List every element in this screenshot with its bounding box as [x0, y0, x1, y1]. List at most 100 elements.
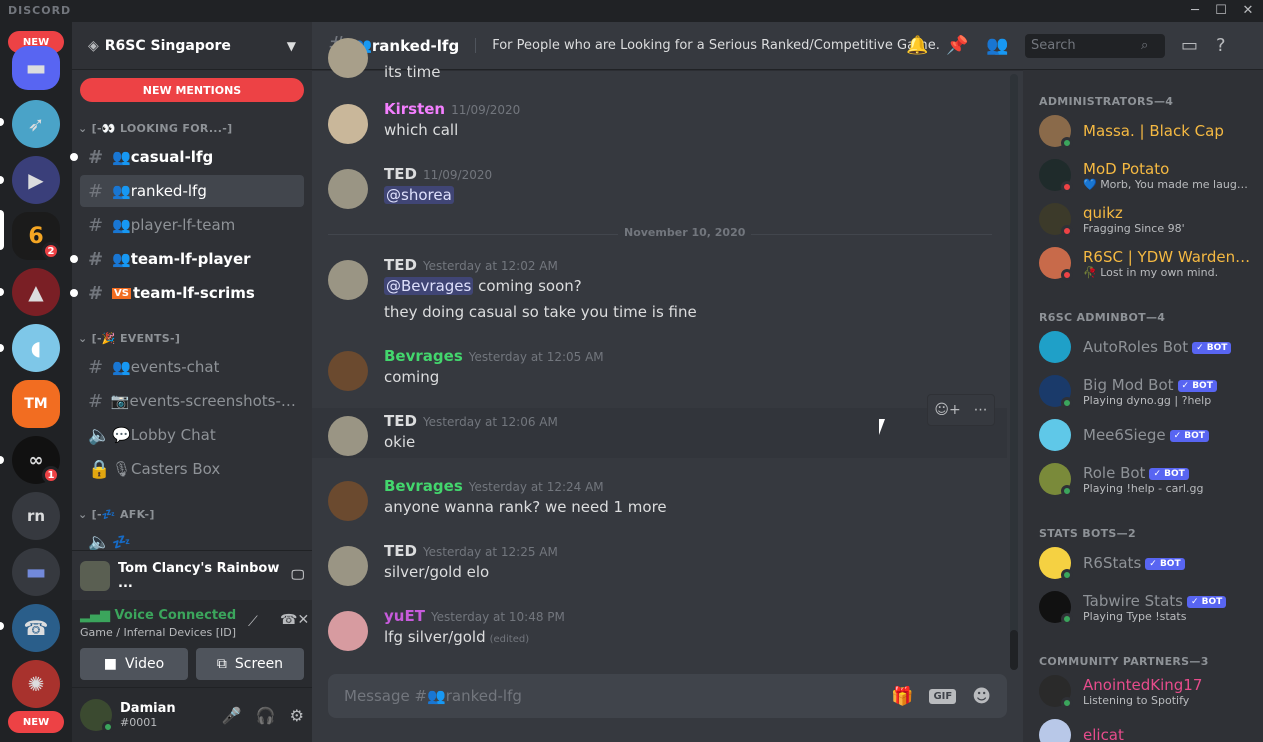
user-mention[interactable]: @Bevrages [384, 277, 474, 295]
avatar[interactable] [328, 416, 368, 456]
server-icon-ninja[interactable]: ▲ [12, 268, 60, 316]
chat-scrollbar[interactable] [1010, 74, 1018, 670]
guild-header[interactable]: ◈ R6SC Singapore ▼ [72, 22, 312, 70]
member-item[interactable]: Tabwire Stats ✓ BOT Playing Type !stats [1031, 586, 1255, 628]
hash-icon: # [88, 214, 104, 236]
server-badge: 1 [42, 466, 60, 484]
add-reaction-icon[interactable]: ☺+ [934, 402, 960, 418]
avatar[interactable] [328, 104, 368, 144]
member-item[interactable]: elicat [1031, 714, 1255, 742]
member-item[interactable]: MoD Potato 💙 Morb, You made me laugh,... [1031, 154, 1255, 196]
search-bar[interactable]: ⌕ [1025, 33, 1165, 58]
server-icon-bird[interactable]: ➶ [12, 100, 60, 148]
category-events[interactable]: ⌄ [-🎉 EVENTS-] [78, 332, 180, 345]
gift-icon[interactable]: 🎁 [891, 686, 913, 707]
gif-icon[interactable]: GIF [929, 688, 957, 704]
member-item[interactable]: R6SC | YDW Warden |... 🥀 Lost in my own m… [1031, 242, 1255, 284]
category-looking-for[interactable]: ⌄ [-👀 LOOKING FOR...-] [78, 122, 232, 135]
channel-events-screenshots[interactable]: # 📷 events-screenshots-p... [80, 385, 304, 417]
group-icon: 👥 [112, 148, 131, 166]
disconnect-icon[interactable]: ☎✕ [280, 612, 309, 628]
pin-icon[interactable]: 📌 [946, 35, 968, 56]
message-author[interactable]: Bevrages [384, 347, 463, 365]
emoji-icon[interactable]: ☻ [972, 686, 991, 707]
message-author[interactable]: TED [384, 256, 417, 274]
message-author[interactable]: TED [384, 412, 417, 430]
gear-icon[interactable]: ⚙ [290, 706, 304, 725]
new-mentions-bottom-pill[interactable]: NEW [8, 711, 64, 733]
server-icon-mouse[interactable]: ◖ [12, 324, 60, 372]
noise-suppression-icon[interactable]: ⟋ [248, 614, 258, 630]
channel-lobby-chat[interactable]: 🔈 💬 Lobby Chat [80, 419, 304, 451]
user-name: Damian [120, 701, 176, 716]
avatar[interactable] [328, 611, 368, 651]
members-icon[interactable]: 👥 [986, 35, 1008, 56]
server-icon-virus[interactable]: ✺ [12, 660, 60, 708]
more-icon[interactable]: ⋯ [974, 402, 988, 418]
message-input[interactable] [344, 687, 880, 705]
video-button[interactable]: ■ Video [80, 648, 188, 680]
server-icon-phone[interactable]: ☎ [12, 604, 60, 652]
member-item[interactable]: quikz Fragging Since 98' [1031, 198, 1255, 240]
avatar[interactable] [328, 169, 368, 209]
message-author[interactable]: Kirsten [384, 100, 445, 118]
help-icon[interactable]: ? [1216, 35, 1226, 56]
voice-channel-info[interactable]: Game / Infernal Devices [ID] [80, 626, 236, 639]
server-folder-icon[interactable]: ▬ [12, 548, 60, 596]
avatar[interactable] [328, 351, 368, 391]
member-item[interactable]: Massa. | Black Cap [1031, 110, 1255, 152]
bell-icon[interactable]: 🔔 [906, 35, 928, 56]
member-item[interactable]: AutoRoles Bot ✓ BOT [1031, 326, 1255, 368]
channel-player-lf-team[interactable]: # 👥 player-lf-team [80, 209, 304, 241]
channel-team-lf-scrims[interactable]: # VS team-lf-scrims [70, 277, 304, 309]
category-afk[interactable]: ⌄ [-💤 AFK-] [78, 508, 155, 521]
user-mention[interactable]: @shorea [384, 186, 454, 204]
avatar[interactable] [80, 699, 114, 733]
new-mentions-bar[interactable]: NEW MENTIONS [80, 78, 304, 102]
message-author[interactable]: TED [384, 542, 417, 560]
member-item[interactable]: R6Stats ✓ BOT [1031, 542, 1255, 584]
server-icon-play[interactable]: ▶ [12, 156, 60, 204]
server-icon-tm[interactable]: TM [12, 380, 60, 428]
maximize-icon[interactable]: ☐ [1208, 2, 1234, 20]
avatar [1039, 375, 1073, 409]
inbox-icon[interactable]: ▭ [1181, 35, 1198, 56]
headphones-icon[interactable]: 🎧 [256, 706, 276, 725]
server-folder-icon[interactable]: ▬ [12, 46, 60, 90]
channel-casual-lfg[interactable]: # 👥 casual-lfg [70, 141, 304, 173]
screen-share-icon[interactable]: 🖵 [291, 568, 304, 583]
game-activity[interactable]: Tom Clancy's Rainbow ... 🖵 [72, 550, 312, 600]
search-input[interactable] [1031, 38, 1141, 53]
channel-ranked-lfg[interactable]: # 👥 ranked-lfg [80, 175, 304, 207]
close-icon[interactable]: ✕ [1235, 2, 1261, 20]
group-icon: 👥 [112, 358, 131, 376]
member-item[interactable]: Mee6Siege ✓ BOT [1031, 414, 1255, 456]
channel-events-chat[interactable]: # 👥 events-chat [80, 351, 304, 383]
message-author[interactable]: TED [384, 165, 417, 183]
avatar[interactable] [328, 546, 368, 586]
server-icon-rn[interactable]: rn [12, 492, 60, 540]
message: TED 11/09/2020 @shorea [312, 165, 1007, 209]
member-item[interactable]: AnointedKing17 Listening to Spotify [1031, 670, 1255, 712]
channel-team-lf-player[interactable]: # 👥 team-lf-player [70, 243, 304, 275]
app-brand: DISCORD [8, 4, 72, 17]
message-author[interactable]: Bevrages [384, 477, 463, 495]
mic-icon: 🎙 [112, 460, 132, 478]
avatar[interactable] [328, 38, 368, 78]
partner-icon: ◈ [88, 37, 99, 54]
message-text: its time [384, 63, 441, 81]
minimize-icon[interactable]: ─ [1182, 2, 1208, 20]
message-author[interactable]: yuET [384, 607, 425, 625]
avatar [1039, 719, 1071, 742]
channel-casters-box[interactable]: 🔒 🎙 Casters Box [80, 453, 304, 485]
mic-icon[interactable]: 🎤 [222, 706, 242, 725]
member-item[interactable]: Role Bot ✓ BOT Playing !help - carl.gg [1031, 458, 1255, 500]
channel-topic[interactable]: For People who are Looking for a Serious… [475, 38, 940, 53]
group-icon: 👥 [112, 182, 131, 200]
member-item[interactable]: Big Mod Bot ✓ BOT Playing dyno.gg | ?help [1031, 370, 1255, 412]
avatar[interactable] [328, 260, 368, 300]
hash-icon: # [88, 282, 104, 304]
avatar[interactable] [328, 481, 368, 521]
screen-button[interactable]: ⧉ Screen [196, 648, 304, 680]
member-group-stats: STATS BOTS—2 [1039, 527, 1136, 540]
